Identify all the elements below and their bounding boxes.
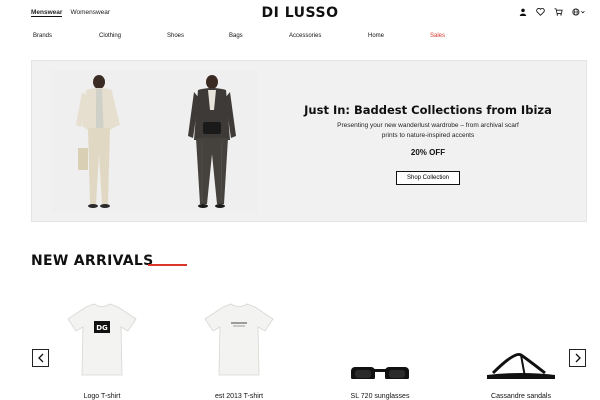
globe-icon[interactable] [572,8,586,16]
main-nav: Brands Clothing Shoes Bags Accessories H… [0,30,600,44]
hero-image [52,70,258,213]
hero-text: Just In: Baddest Collections from Ibiza … [288,103,568,185]
hero-title: Just In: Baddest Collections from Ibiza [304,103,552,117]
product-name[interactable]: Logo T-shirt [47,393,157,400]
product-card[interactable]: est 2013 T-shirt [184,290,294,400]
nav-brands[interactable]: Brands [33,33,52,39]
product-card[interactable]: SL 720 sunglasses [325,290,435,400]
top-bar: Menswear Womenswear DI LUSSO [0,0,600,28]
nav-clothing[interactable]: Clothing [99,33,121,39]
title-underline [148,264,187,266]
product-name[interactable]: SL 720 sunglasses [325,393,435,400]
hero-banner: Just In: Baddest Collections from Ibiza … [31,60,587,222]
product-image[interactable] [184,290,294,390]
cart-icon[interactable] [554,8,563,16]
nav-sales[interactable]: Sales [430,33,445,39]
header-icons [519,8,586,16]
hero-subtitle: Presenting your new wanderlust wardrobe … [337,122,519,139]
product-card[interactable]: Cassandre sandals [466,290,576,400]
nav-bags[interactable]: Bags [229,33,243,39]
new-arrivals-title: NEW ARRIVALS [31,253,154,269]
shop-collection-button[interactable]: Shop Collection [395,171,461,185]
nav-accessories[interactable]: Accessories [289,33,321,39]
nav-home[interactable]: Home [368,33,384,39]
product-name[interactable]: est 2013 T-shirt [184,393,294,400]
user-icon[interactable] [519,8,527,16]
product-image[interactable] [466,290,576,390]
hero-offer: 20% OFF [410,148,446,157]
nav-shoes[interactable]: Shoes [167,33,184,39]
site-logo[interactable]: DI LUSSO [0,5,600,21]
product-name[interactable]: Cassandre sandals [466,393,576,400]
product-image[interactable]: DG [47,290,157,390]
product-image[interactable] [325,290,435,390]
svg-text:DG: DG [96,324,108,332]
product-card[interactable]: DG Logo T-shirt [47,290,157,400]
heart-icon[interactable] [536,8,545,16]
chevron-left-icon [37,353,43,363]
